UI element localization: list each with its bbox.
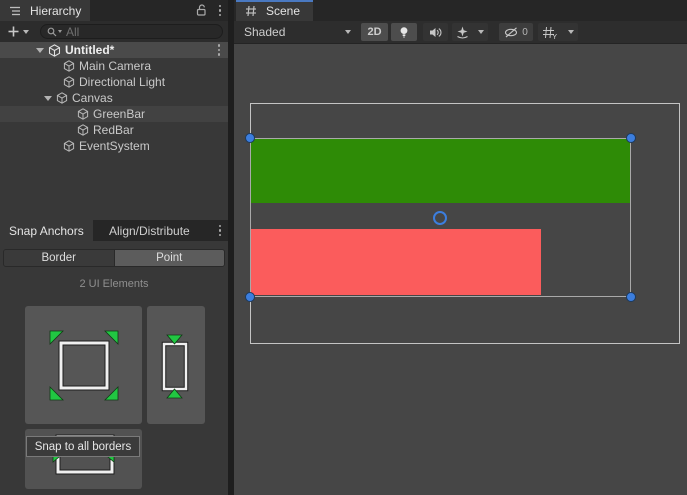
- hierarchy-item-greenbar[interactable]: GreenBar: [0, 106, 228, 122]
- search-placeholder: All: [66, 25, 79, 39]
- scene-visibility-button[interactable]: 0: [499, 23, 533, 41]
- unlock-icon[interactable]: [195, 4, 207, 17]
- hierarchy-toolbar: All: [0, 21, 228, 42]
- item-label: RedBar: [93, 123, 134, 137]
- snap-tabbar: Snap Anchors Align/Distribute: [0, 220, 228, 241]
- cube-icon: [63, 60, 75, 72]
- item-label: GreenBar: [93, 107, 145, 121]
- hierarchy-list-icon: [9, 5, 21, 17]
- chevron-down-icon: [23, 30, 29, 34]
- scene-grid-icon: [245, 5, 257, 17]
- tooltip: Snap to all borders: [26, 436, 140, 457]
- grid-visibility-dropdown[interactable]: Y: [538, 23, 578, 41]
- scene-tab-label: Scene: [266, 4, 300, 18]
- add-object-button[interactable]: [4, 23, 32, 40]
- snap-panel-menu-icon[interactable]: [216, 223, 225, 239]
- grid-icon: Y: [542, 26, 555, 39]
- hidden-count-label: 0: [522, 27, 528, 38]
- hierarchy-item-eventsystem[interactable]: EventSystem: [0, 138, 228, 154]
- draw-mode-dropdown[interactable]: Shaded: [240, 23, 355, 41]
- hierarchy-tree: Untitled* Main Camera Directional Light: [0, 42, 228, 154]
- scene-row-menu-icon[interactable]: [215, 42, 224, 58]
- hierarchy-item-redbar[interactable]: RedBar: [0, 122, 228, 138]
- item-label: Directional Light: [79, 75, 165, 89]
- light-bulb-icon: [398, 26, 410, 39]
- snap-vertical-borders-icon: [147, 306, 205, 424]
- snap-anchors-panel: Snap Anchors Align/Distribute Border Poi…: [0, 220, 228, 495]
- scene-panel: Scene Shaded 2D: [234, 0, 687, 495]
- chevron-down-icon: [568, 30, 574, 34]
- effects-icon: [456, 26, 469, 39]
- hierarchy-item-canvas[interactable]: Canvas: [0, 90, 228, 106]
- hierarchy-tab-label: Hierarchy: [30, 4, 81, 18]
- chevron-down-icon: [478, 30, 484, 34]
- foldout-expanded-icon[interactable]: [36, 48, 44, 53]
- point-mode-button[interactable]: Point: [115, 250, 225, 266]
- unity-scene-icon: [48, 44, 61, 57]
- tab-align-distribute[interactable]: Align/Distribute: [100, 220, 199, 241]
- anchor-handle[interactable]: [245, 292, 255, 302]
- item-label: Main Camera: [79, 59, 151, 73]
- effects-dropdown-button[interactable]: [452, 23, 488, 41]
- point-mode-label: Point: [156, 252, 182, 264]
- scene-lighting-button[interactable]: [391, 23, 417, 41]
- border-mode-label: Border: [41, 252, 76, 264]
- chevron-down-icon: [345, 30, 351, 34]
- anchor-handle[interactable]: [626, 292, 636, 302]
- speaker-icon: [429, 27, 442, 38]
- left-column: Hierarchy: [0, 0, 228, 495]
- foldout-expanded-icon[interactable]: [44, 96, 52, 101]
- cube-icon: [77, 124, 89, 136]
- active-tab-indicator: [236, 0, 313, 2]
- 2d-toggle-button[interactable]: 2D: [361, 23, 388, 41]
- item-label: EventSystem: [79, 139, 150, 153]
- draw-mode-label: Shaded: [244, 25, 285, 39]
- tab-label: Align/Distribute: [109, 224, 190, 238]
- hierarchy-tabbar: Hierarchy: [0, 0, 228, 21]
- search-icon: [47, 27, 62, 37]
- scene-row-untitled[interactable]: Untitled*: [0, 42, 228, 58]
- snap-all-borders-button[interactable]: [25, 306, 142, 424]
- pivot-handle[interactable]: [433, 211, 447, 225]
- border-mode-button[interactable]: Border: [4, 250, 115, 266]
- snap-all-borders-icon: [25, 306, 142, 424]
- anchor-handle[interactable]: [245, 133, 255, 143]
- hierarchy-panel: Hierarchy: [0, 0, 228, 154]
- anchor-handle[interactable]: [626, 133, 636, 143]
- hierarchy-item-directional-light[interactable]: Directional Light: [0, 74, 228, 90]
- snap-vertical-borders-button[interactable]: [147, 306, 205, 424]
- item-label: Canvas: [72, 91, 113, 105]
- tab-scene[interactable]: Scene: [236, 0, 313, 21]
- grid-axis-label: Y: [552, 34, 557, 41]
- eye-slash-icon: [504, 27, 519, 38]
- selection-count-label: 2 UI Elements: [0, 278, 228, 290]
- tab-snap-anchors[interactable]: Snap Anchors: [0, 220, 93, 241]
- scene-audio-button[interactable]: [423, 23, 448, 41]
- mode-segmented-control: Border Point: [3, 249, 225, 267]
- scene-tabbar: Scene: [234, 0, 687, 21]
- search-input[interactable]: All: [40, 24, 223, 39]
- 2d-label: 2D: [367, 26, 381, 38]
- scene-name-label: Untitled*: [65, 43, 114, 57]
- tab-hierarchy[interactable]: Hierarchy: [0, 0, 90, 21]
- hierarchy-item-main-camera[interactable]: Main Camera: [0, 58, 228, 74]
- tooltip-text: Snap to all borders: [35, 441, 132, 453]
- hierarchy-menu-icon[interactable]: [216, 3, 225, 19]
- plus-icon: [7, 25, 20, 38]
- scene-viewport[interactable]: [234, 44, 687, 495]
- scene-toolbar: Shaded 2D: [234, 21, 687, 44]
- tab-label: Snap Anchors: [9, 224, 84, 238]
- cube-icon: [63, 76, 75, 88]
- cube-icon: [56, 92, 68, 104]
- cube-icon: [77, 108, 89, 120]
- cube-icon: [63, 140, 75, 152]
